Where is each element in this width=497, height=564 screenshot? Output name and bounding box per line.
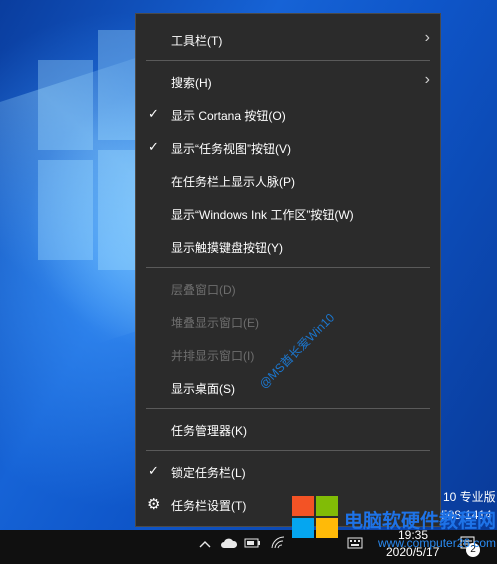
menu-item-show-desktop[interactable]: 显示桌面(S) [136, 371, 440, 404]
menu-separator [146, 60, 430, 61]
menu-item-label: 显示触摸键盘按钮(Y) [171, 241, 283, 255]
menu-item-label: 显示“Windows Ink 工作区”按钮(W) [171, 208, 354, 222]
menu-item-stack-windows: 堆叠显示窗口(E) [136, 305, 440, 338]
menu-item-show-people[interactable]: 在任务栏上显示人脉(P) [136, 164, 440, 197]
menu-item-label: 任务栏设置(T) [171, 499, 247, 513]
menu-item-toolbars[interactable]: 工具栏(T) › [136, 23, 440, 56]
menu-item-show-windows-ink-button[interactable]: 显示“Windows Ink 工作区”按钮(W) [136, 197, 440, 230]
wallpaper-window-pane [38, 60, 93, 150]
menu-item-label: 层叠窗口(D) [171, 283, 236, 297]
logo-title: 电脑软硬件教程网 [344, 511, 497, 532]
menu-separator [146, 450, 430, 451]
logo-square-red [292, 496, 314, 516]
checkmark-icon: ✓ [148, 463, 159, 478]
menu-item-label: 显示桌面(S) [171, 382, 235, 396]
menu-separator [146, 408, 430, 409]
logo-square-green [316, 496, 338, 516]
cloud-icon[interactable] [220, 536, 238, 552]
logo-url: www.computer26.com [378, 536, 497, 550]
site-logo: 电脑软硬件教程网 www.computer26.com [292, 496, 497, 558]
menu-item-show-cortana-button[interactable]: ✓ 显示 Cortana 按钮(O) [136, 98, 440, 131]
menu-item-label: 并排显示窗口(I) [171, 349, 255, 363]
checkmark-icon: ✓ [148, 106, 159, 121]
logo-square-blue [292, 518, 314, 538]
menu-separator [146, 267, 430, 268]
menu-item-label: 在任务栏上显示人脉(P) [171, 175, 295, 189]
menu-item-label: 任务管理器(K) [171, 424, 247, 438]
menu-item-show-task-view-button[interactable]: ✓ 显示“任务视图”按钮(V) [136, 131, 440, 164]
wallpaper-window-pane [98, 30, 136, 140]
menu-item-label: 工具栏(T) [171, 34, 223, 48]
checkmark-icon: ✓ [148, 139, 159, 154]
wallpaper-window-pane [98, 150, 136, 270]
gear-icon: ⚙ [147, 496, 161, 513]
menu-item-show-touch-keyboard-button[interactable]: 显示触摸键盘按钮(Y) [136, 230, 440, 263]
logo-square-yellow [316, 518, 338, 538]
menu-item-task-manager[interactable]: 任务管理器(K) [136, 413, 440, 446]
menu-item-label: 显示 Cortana 按钮(O) [171, 109, 286, 123]
chevron-up-icon[interactable] [199, 536, 211, 552]
taskbar-context-menu: 工具栏(T) › 搜索(H) › ✓ 显示 Cortana 按钮(O) ✓ 显示… [135, 13, 441, 527]
menu-item-cascade-windows: 层叠窗口(D) [136, 272, 440, 305]
chevron-right-icon: › [424, 71, 430, 88]
wifi-icon[interactable] [270, 536, 286, 553]
menu-item-search[interactable]: 搜索(H) › [136, 65, 440, 98]
menu-item-label: 锁定任务栏(L) [171, 466, 246, 480]
menu-item-lock-taskbar[interactable]: ✓ 锁定任务栏(L) [136, 455, 440, 488]
menu-item-label: 堆叠显示窗口(E) [171, 316, 259, 330]
menu-item-label: 显示“任务视图”按钮(V) [171, 142, 291, 156]
battery-icon[interactable] [244, 536, 262, 552]
wallpaper-window-pane [38, 160, 93, 260]
menu-item-label: 搜索(H) [171, 76, 212, 90]
chevron-right-icon: › [424, 29, 430, 46]
